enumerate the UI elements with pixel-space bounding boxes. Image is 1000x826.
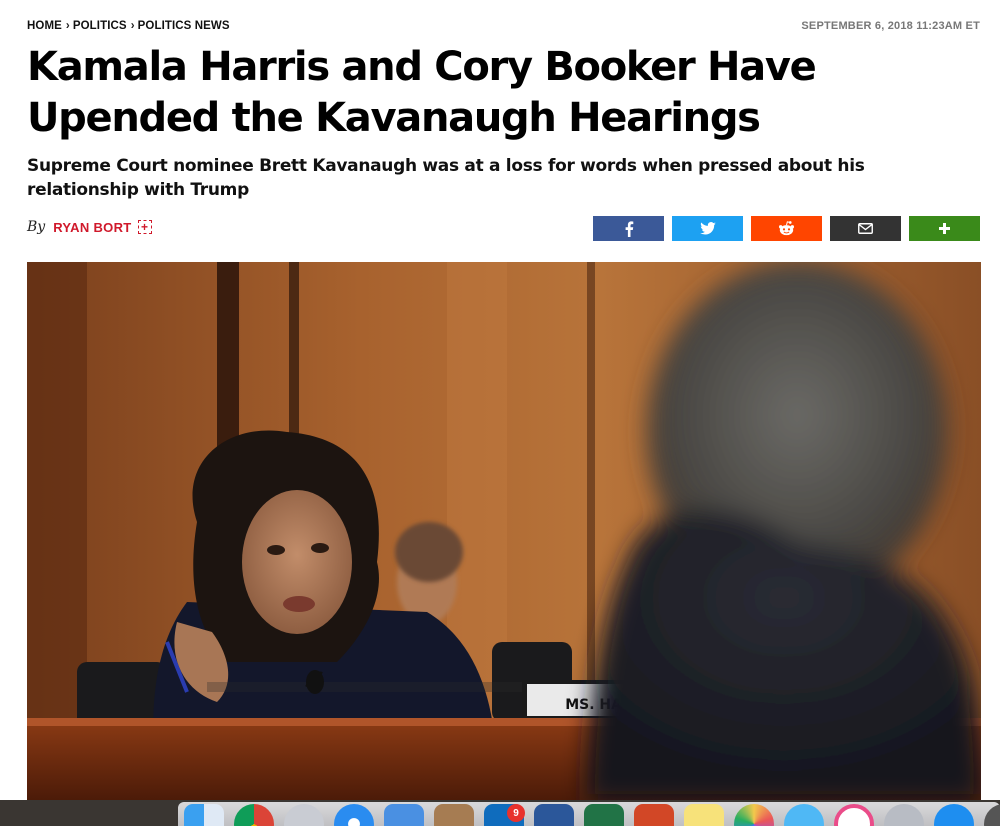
word-icon[interactable] (534, 804, 574, 826)
share-email-button[interactable] (830, 216, 901, 241)
macos-dock: 9 (0, 800, 1000, 826)
finder-icon[interactable] (184, 804, 224, 826)
share-facebook-button[interactable] (593, 216, 664, 241)
share-twitter-button[interactable] (672, 216, 743, 241)
headline-line-1: Kamala Harris and Cory Booker Have (27, 44, 817, 90)
stickies-icon[interactable] (684, 804, 724, 826)
publish-date: SEPTEMBER 6, 2018 11:23AM ET (801, 20, 980, 32)
mail-unread-badge: 9 (507, 804, 525, 822)
byline-prefix: By (27, 219, 46, 235)
photos-icon[interactable] (734, 804, 774, 826)
hero-photo: MS. HAR (27, 262, 981, 802)
chevron-right-icon: › (65, 20, 70, 32)
chrome-icon[interactable] (234, 804, 274, 826)
twitter-icon (699, 222, 716, 235)
settings-icon[interactable] (984, 804, 1000, 826)
reddit-icon (779, 221, 794, 236)
facebook-icon (625, 220, 633, 237)
breadcrumb: HOME › POLITICS › POLITICS NEWS (27, 20, 230, 32)
share-reddit-button[interactable] (751, 216, 822, 241)
appstore-icon[interactable] (934, 804, 974, 826)
dock-icons (184, 804, 1000, 826)
plus-icon (939, 223, 950, 234)
itunes-icon[interactable] (834, 804, 874, 826)
share-bar (593, 216, 980, 241)
article-headline: Kamala Harris and Cory Booker Have Upend… (27, 42, 927, 144)
headline-line-2: Upended the Kavanaugh Hearings (27, 95, 761, 141)
follow-author-icon[interactable]: + (137, 220, 152, 234)
breadcrumb-politics[interactable]: POLITICS (73, 20, 127, 32)
mail-icon[interactable] (384, 804, 424, 826)
downloads-icon[interactable] (884, 804, 924, 826)
top-bar: HOME › POLITICS › POLITICS NEWS SEPTEMBE… (27, 18, 980, 34)
author-link[interactable]: RYAN BORT (53, 220, 131, 235)
byline: By RYAN BORT + (27, 219, 152, 235)
launchpad-icon[interactable] (284, 804, 324, 826)
hearing-photo-illustration: MS. HAR (27, 262, 981, 802)
email-icon (858, 223, 873, 234)
breadcrumb-politics-news[interactable]: POLITICS NEWS (138, 20, 230, 32)
breadcrumb-home[interactable]: HOME (27, 20, 62, 32)
chevron-right-icon: › (130, 20, 135, 32)
messages-icon[interactable] (784, 804, 824, 826)
article-subheadline: Supreme Court nominee Brett Kavanaugh wa… (27, 156, 865, 200)
safari-icon[interactable] (334, 804, 374, 826)
notes-icon[interactable] (434, 804, 474, 826)
powerpoint-icon[interactable] (634, 804, 674, 826)
share-more-button[interactable] (909, 216, 980, 241)
excel-icon[interactable] (584, 804, 624, 826)
